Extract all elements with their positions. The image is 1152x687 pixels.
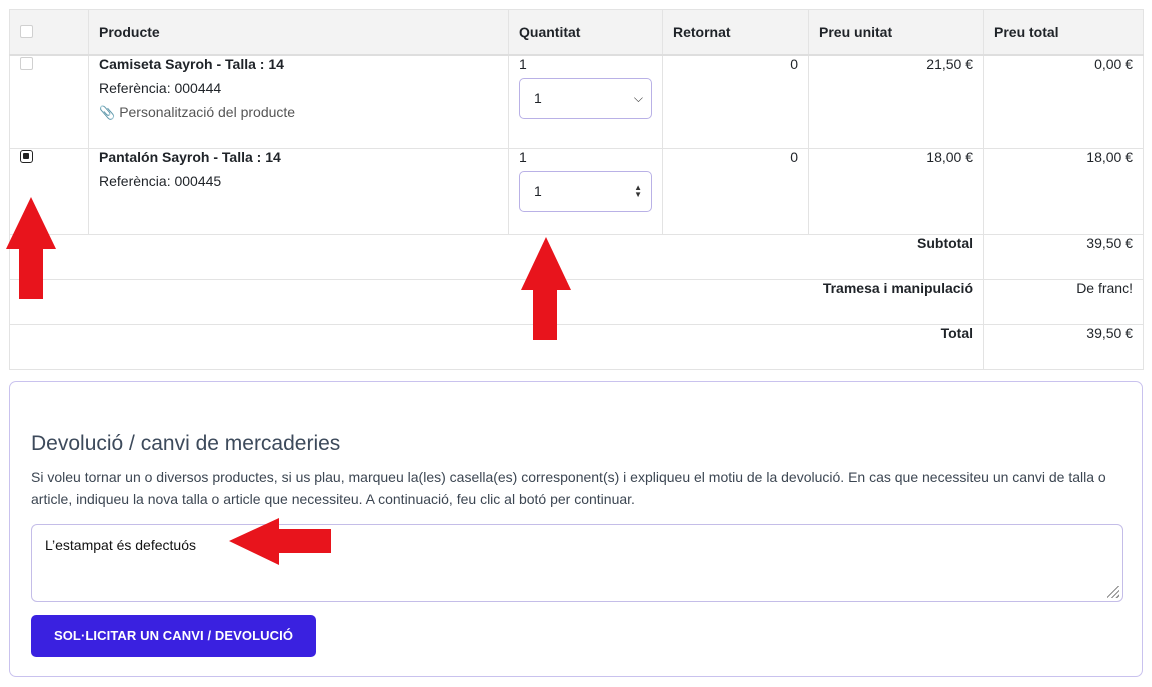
product-name: Camiseta Sayroh - Talla : 14 <box>99 55 284 72</box>
spinner-arrows-icon: ▲ ▼ <box>634 183 642 199</box>
return-quantity-select[interactable]: 1 ⌵ <box>519 77 652 119</box>
unit-price: 21,50 € <box>808 54 984 149</box>
header-select-all[interactable] <box>9 9 89 56</box>
table-row: Camiseta Sayroh - Talla : 14 Referència:… <box>9 54 1144 149</box>
product-cell: Pantalón Sayroh - Talla : 14 Referència:… <box>88 148 509 235</box>
arrow-up-icon <box>521 237 571 340</box>
table-header-row: Producte Quantitat Retornat Preu unitat … <box>9 9 1144 56</box>
product-reference: Referència: 000445 <box>99 173 222 189</box>
header-unit-price: Preu unitat <box>808 9 984 56</box>
header-product: Producte <box>88 9 509 56</box>
return-panel-description: Si voleu tornar un o diversos productes,… <box>31 469 1106 507</box>
row-select-cell <box>9 54 89 149</box>
resize-grip-icon[interactable] <box>1107 586 1119 598</box>
select-value: 1 <box>534 183 542 199</box>
header-total-price: Preu total <box>983 9 1144 56</box>
chevron-down-icon: ⌵ <box>633 90 643 105</box>
returned-count: 0 <box>662 148 809 235</box>
product-name: Pantalón Sayroh - Talla : 14 <box>99 149 281 165</box>
total-value: 39,50 € <box>983 324 1144 370</box>
product-checkbox[interactable] <box>20 150 33 163</box>
total-label: Total <box>9 324 984 370</box>
ordered-quantity: 1 <box>519 55 527 72</box>
unit-price: 18,00 € <box>808 148 984 235</box>
shipping-value: De franc! <box>983 279 1144 325</box>
select-value: 1 <box>534 89 542 106</box>
table-row: Pantalón Sayroh - Talla : 14 Referència:… <box>9 148 1144 235</box>
quantity-cell: 1 1 ▲ ▼ <box>508 148 663 235</box>
summary-row-subtotal: Subtotal 39,50 € <box>9 234 1144 280</box>
paperclip-icon: 📎 <box>99 104 116 120</box>
order-products-table: Producte Quantitat Retornat Preu unitat … <box>9 9 1144 370</box>
total-price: 18,00 € <box>983 148 1144 235</box>
return-request-panel: Devolució / canvi de mercaderies Si vole… <box>9 381 1143 677</box>
textarea-value: L’estampat és defectuós <box>45 537 196 553</box>
product-checkbox[interactable] <box>20 56 33 70</box>
ordered-quantity: 1 <box>519 149 527 165</box>
select-all-checkbox[interactable] <box>20 25 33 38</box>
header-quantity: Quantitat <box>508 9 663 56</box>
subtotal-value: 39,50 € <box>983 234 1144 280</box>
return-panel-title: Devolució / canvi de mercaderies <box>31 432 341 455</box>
total-price: 0,00 € <box>983 54 1144 149</box>
header-returned: Retornat <box>662 9 809 56</box>
product-reference: Referència: 000444 <box>99 79 222 96</box>
return-reason-textarea[interactable]: L’estampat és defectuós <box>31 524 1123 602</box>
product-cell: Camiseta Sayroh - Talla : 14 Referència:… <box>88 54 509 149</box>
summary-row-shipping: Tramesa i manipulació De franc! <box>9 279 1144 325</box>
arrow-up-icon <box>6 197 56 299</box>
product-customization-link[interactable]: 📎 Personalització del producte <box>99 104 498 121</box>
returned-count: 0 <box>662 54 809 149</box>
shipping-label: Tramesa i manipulació <box>9 279 984 325</box>
customization-label: Personalització del producte <box>119 103 296 120</box>
subtotal-label: Subtotal <box>9 234 984 280</box>
request-return-button[interactable]: SOL·LICITAR UN CANVI / DEVOLUCIÓ <box>31 615 316 657</box>
arrow-left-icon <box>229 518 331 565</box>
return-quantity-select[interactable]: 1 ▲ ▼ <box>519 171 652 212</box>
quantity-cell: 1 1 ⌵ <box>508 54 663 149</box>
summary-row-total: Total 39,50 € <box>9 324 1144 370</box>
